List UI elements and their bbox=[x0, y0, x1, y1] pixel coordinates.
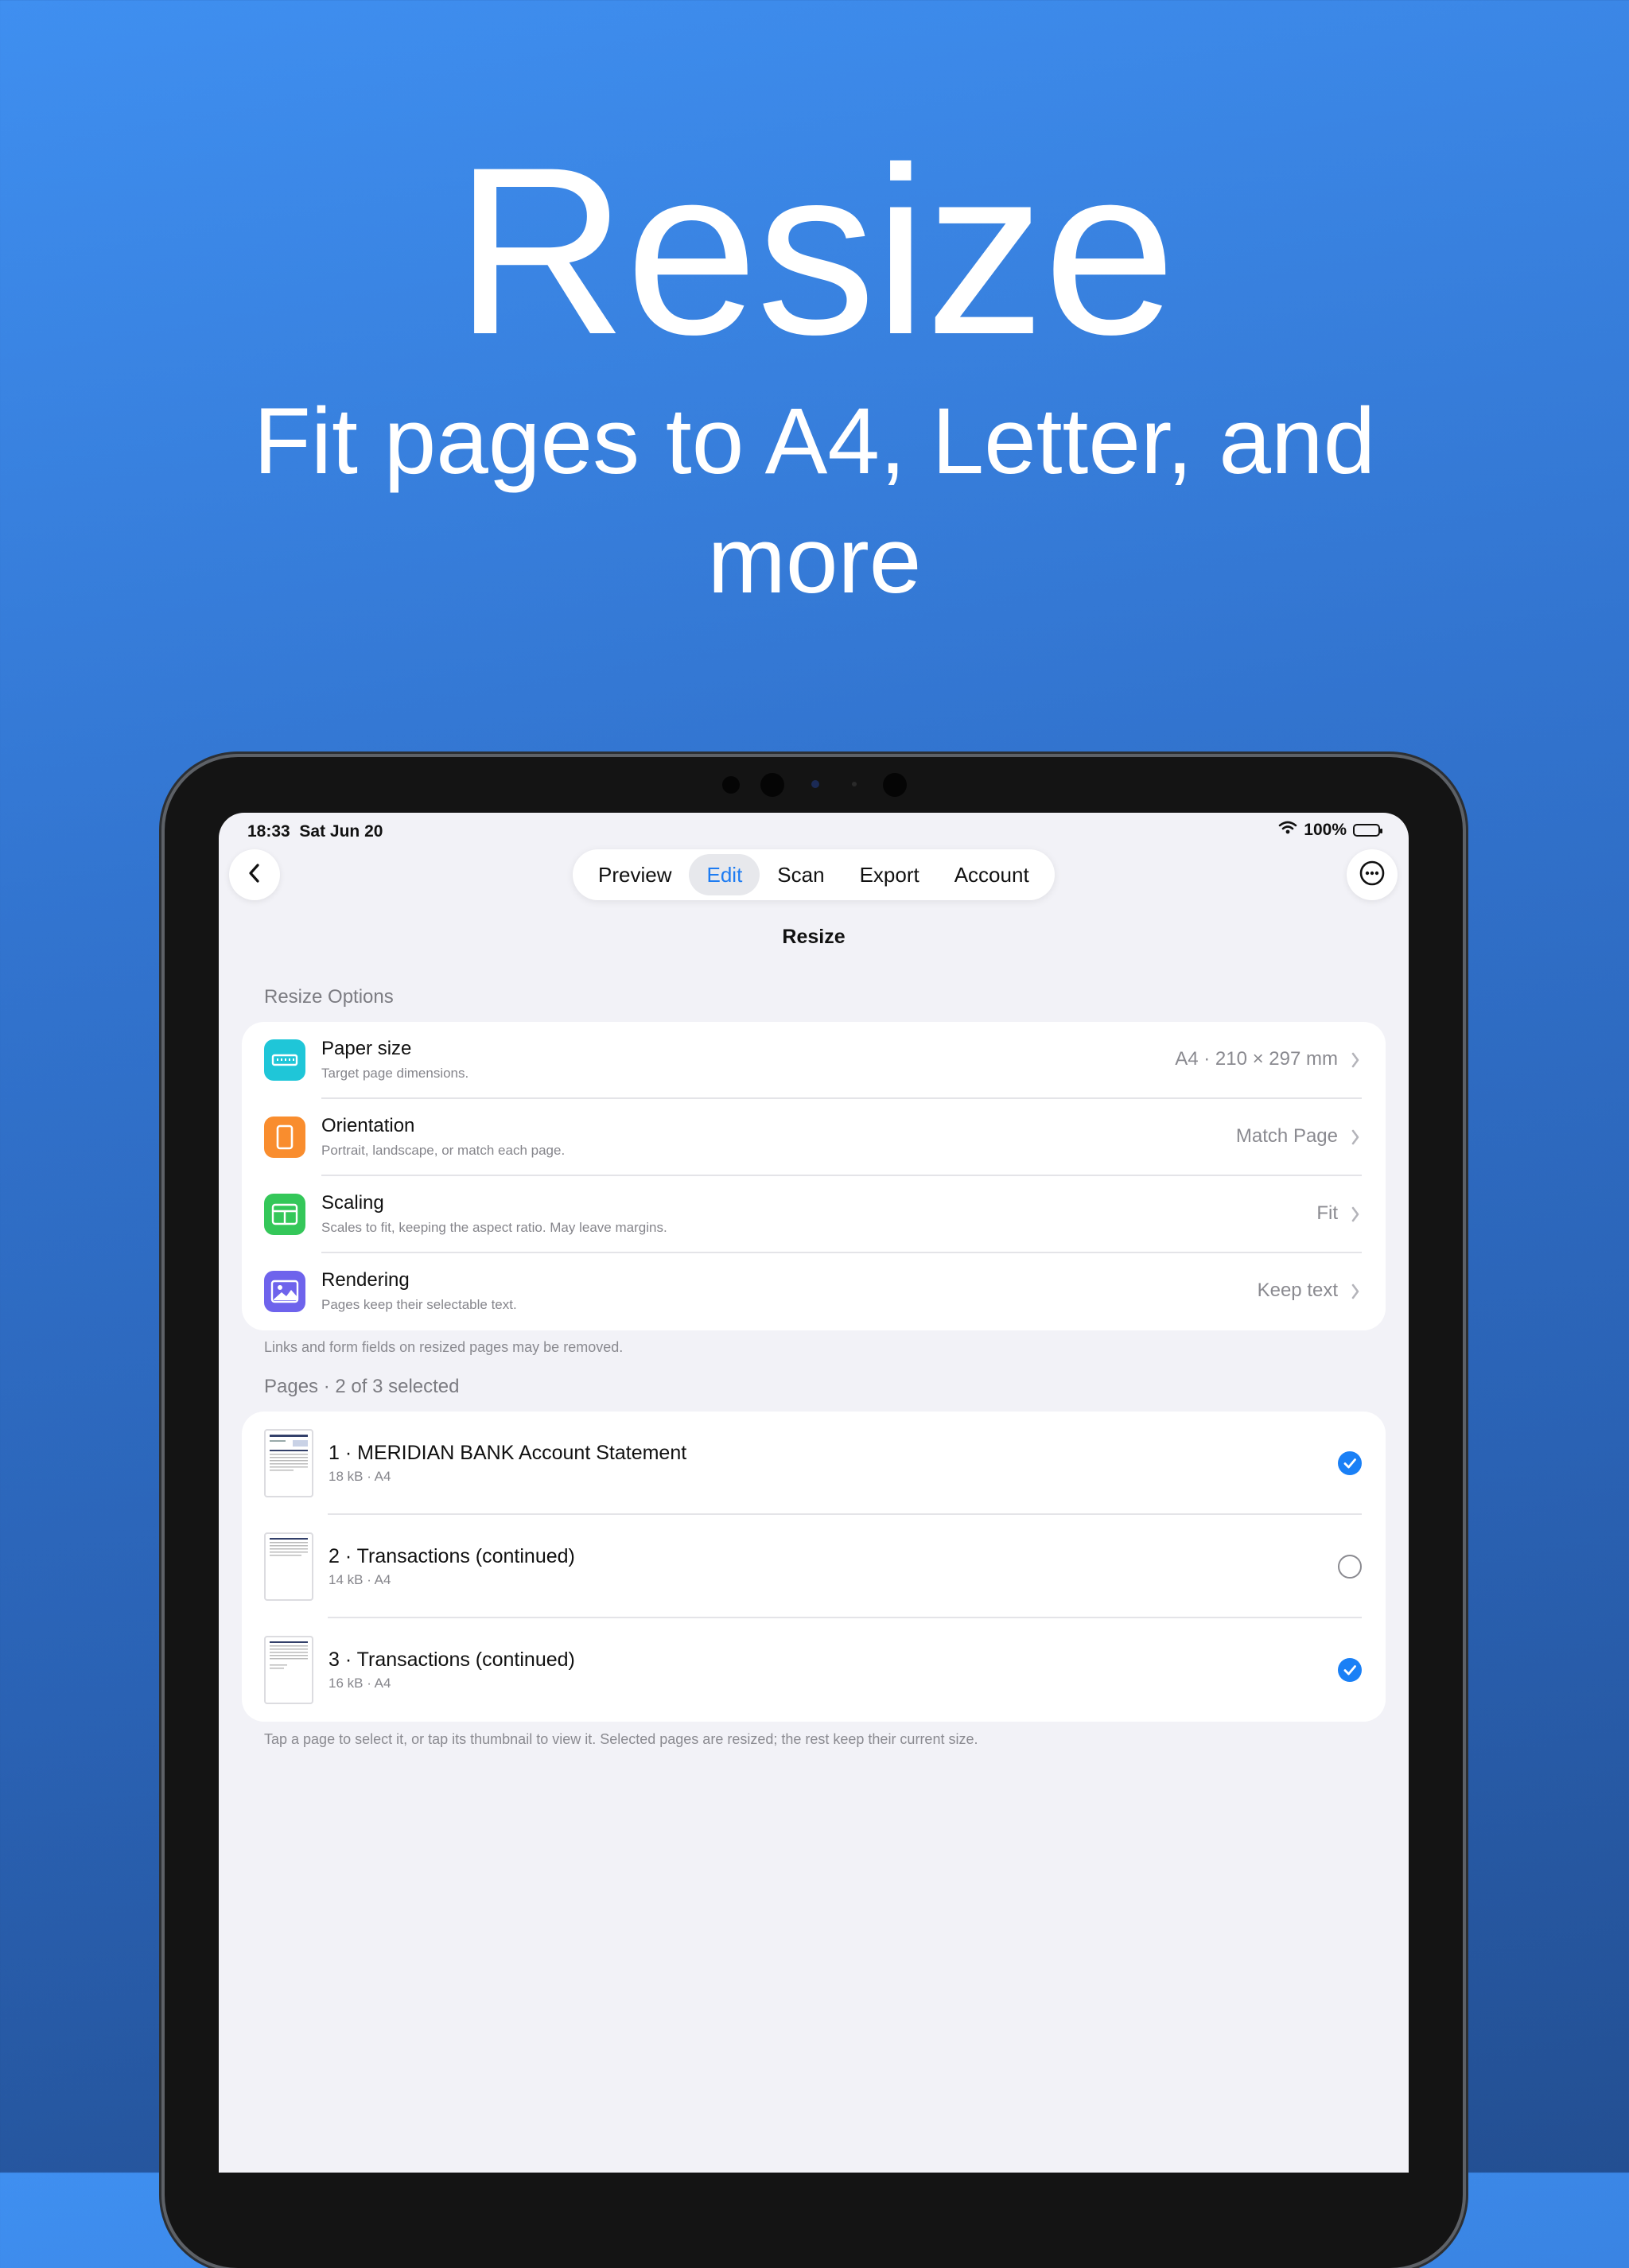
status-time: 18:33 bbox=[247, 822, 290, 841]
page-title-1: 1 · MERIDIAN BANK Account Statement bbox=[329, 1442, 687, 1464]
tab-preview[interactable]: Preview bbox=[581, 854, 689, 895]
orientation-title: Orientation bbox=[321, 1115, 415, 1136]
paper-size-title: Paper size bbox=[321, 1038, 412, 1059]
status-bar-right: 100% bbox=[1278, 821, 1382, 840]
tab-edit[interactable]: Edit bbox=[689, 854, 760, 895]
page-checkbox-unselected[interactable] bbox=[1338, 1555, 1362, 1579]
chevron-right-icon bbox=[1351, 1128, 1360, 1150]
rendering-value: Keep text bbox=[1257, 1280, 1338, 1301]
status-date: Sat Jun 20 bbox=[299, 822, 383, 841]
resize-options-header: Resize Options bbox=[264, 986, 394, 1008]
hero-subtitle: Fit pages to A4, Letter, and more bbox=[253, 389, 1376, 613]
layout-icon bbox=[264, 1194, 305, 1235]
battery-percent: 100% bbox=[1304, 821, 1347, 839]
page-meta-3: 16 kB · A4 bbox=[329, 1676, 391, 1691]
page-checkbox-selected[interactable] bbox=[1338, 1451, 1362, 1475]
more-button[interactable] bbox=[1347, 849, 1398, 900]
rendering-subtitle: Pages keep their selectable text. bbox=[321, 1297, 517, 1312]
chevron-left-icon bbox=[247, 862, 262, 888]
resize-options-card: Paper size Target page dimensions. A4 · … bbox=[242, 1022, 1386, 1330]
page-thumbnail[interactable] bbox=[264, 1429, 313, 1497]
scaling-title: Scaling bbox=[321, 1192, 384, 1214]
wifi-icon bbox=[1278, 821, 1297, 840]
page-thumbnail[interactable] bbox=[264, 1532, 313, 1601]
segmented-tab-bar: Preview Edit Scan Export Account bbox=[573, 849, 1055, 900]
tab-account[interactable]: Account bbox=[937, 854, 1047, 895]
rendering-row[interactable]: Rendering Pages keep their selectable te… bbox=[242, 1253, 1386, 1330]
pages-section-header: Pages · 2 of 3 selected bbox=[264, 1376, 460, 1397]
status-bar-clock: 18:33 Sat Jun 20 bbox=[247, 822, 383, 841]
chevron-right-icon bbox=[1351, 1051, 1360, 1073]
sensor-dot bbox=[722, 776, 740, 794]
ellipsis-circle-icon bbox=[1359, 860, 1386, 891]
orientation-row[interactable]: Orientation Portrait, landscape, or matc… bbox=[242, 1099, 1386, 1176]
orientation-value: Match Page bbox=[1235, 1125, 1338, 1147]
scaling-value: Fit bbox=[1316, 1202, 1338, 1224]
rendering-title: Rendering bbox=[321, 1269, 410, 1291]
hero-title: Resize bbox=[454, 117, 1176, 384]
page-meta-2: 14 kB · A4 bbox=[329, 1572, 391, 1587]
chevron-right-icon bbox=[1351, 1283, 1360, 1304]
paper-size-subtitle: Target page dimensions. bbox=[321, 1066, 469, 1081]
paper-size-value: A4 · 210 × 297 mm bbox=[1175, 1048, 1338, 1070]
page-title-3: 3 · Transactions (continued) bbox=[329, 1649, 575, 1671]
pages-card: 1 · MERIDIAN BANK Account Statement 18 k… bbox=[242, 1412, 1386, 1722]
page-thumbnail[interactable] bbox=[264, 1636, 313, 1704]
page-row[interactable]: 1 · MERIDIAN BANK Account Statement 18 k… bbox=[242, 1412, 1386, 1515]
camera-indicator bbox=[811, 780, 819, 788]
back-button[interactable] bbox=[229, 849, 280, 900]
ambient-sensor bbox=[852, 782, 857, 786]
ruler-icon bbox=[264, 1039, 305, 1081]
face-id-sensor bbox=[883, 773, 907, 797]
page-row[interactable]: 2 · Transactions (continued) 14 kB · A4 bbox=[242, 1515, 1386, 1618]
pages-section-footer: Tap a page to select it, or tap its thum… bbox=[264, 1731, 978, 1747]
battery-icon bbox=[1353, 824, 1382, 837]
page-meta-1: 18 kB · A4 bbox=[329, 1469, 391, 1484]
chevron-right-icon bbox=[1351, 1206, 1360, 1227]
front-camera bbox=[760, 773, 784, 797]
tab-export[interactable]: Export bbox=[842, 854, 937, 895]
paper-size-row[interactable]: Paper size Target page dimensions. A4 · … bbox=[242, 1022, 1386, 1099]
page-row[interactable]: 3 · Transactions (continued) 16 kB · A4 bbox=[242, 1618, 1386, 1722]
app-screen: 18:33 Sat Jun 20 100% Preview Edit Scan … bbox=[219, 813, 1409, 2173]
page-title: Resize bbox=[782, 926, 846, 948]
scaling-subtitle: Scales to fit, keeping the aspect ratio.… bbox=[321, 1220, 667, 1235]
checkmark-icon bbox=[1343, 1665, 1356, 1676]
checkmark-icon bbox=[1343, 1458, 1356, 1469]
scaling-row[interactable]: Scaling Scales to fit, keeping the aspec… bbox=[242, 1176, 1386, 1253]
page-checkbox-selected[interactable] bbox=[1338, 1658, 1362, 1682]
resize-options-footer: Links and form fields on resized pages m… bbox=[264, 1339, 624, 1355]
page-title-2: 2 · Transactions (continued) bbox=[329, 1545, 575, 1567]
orientation-subtitle: Portrait, landscape, or match each page. bbox=[321, 1143, 566, 1158]
photo-icon bbox=[264, 1271, 305, 1312]
portrait-page-icon bbox=[264, 1117, 305, 1158]
tab-scan[interactable]: Scan bbox=[760, 854, 842, 895]
